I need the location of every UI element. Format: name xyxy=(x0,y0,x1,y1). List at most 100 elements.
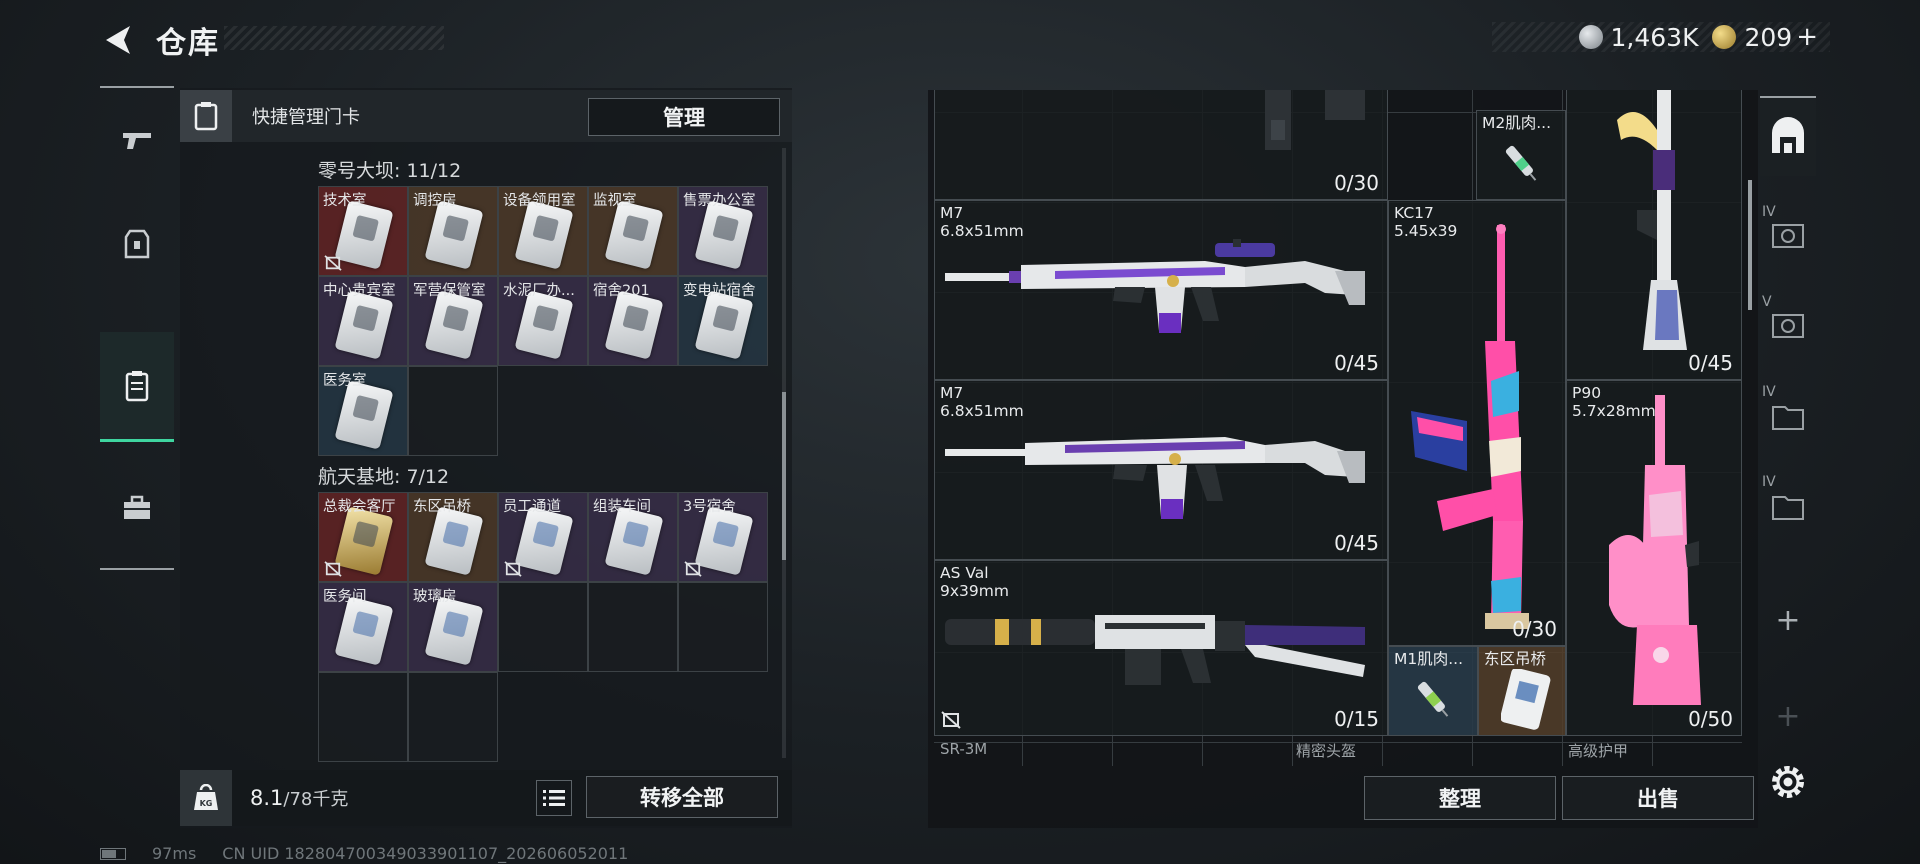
keycard-image xyxy=(424,200,484,270)
stash-item-as-val[interactable]: AS Val 9x39mm 0/15 xyxy=(934,560,1388,736)
m7-rifle-image xyxy=(945,239,1365,333)
uid-readout: CN UID 182804700349033901107_20260605201… xyxy=(222,844,629,863)
add-storage-button[interactable]: + xyxy=(1760,580,1816,660)
stash-item-kc17[interactable]: KC17 5.45x39 0/30 xyxy=(1388,200,1566,646)
storage-tab-case-1[interactable]: IV xyxy=(1760,196,1816,276)
stash-item-m7-b[interactable]: M7 6.8x51mm 0/45 xyxy=(934,380,1388,560)
stash-item-name: M7 xyxy=(940,204,964,222)
keycard-slot[interactable]: 军营保管室 xyxy=(408,276,498,366)
keycard-slot[interactable]: 水泥厂办... xyxy=(498,276,588,366)
add-currency-button[interactable]: + xyxy=(1796,22,1818,52)
keycard-slot[interactable]: 组装车间 xyxy=(588,492,678,582)
keycard-image xyxy=(694,290,754,360)
empty-slot xyxy=(678,582,768,672)
ping-readout: 97ms xyxy=(152,844,197,863)
keycard-slot[interactable]: 售票办公室 xyxy=(678,186,768,276)
manage-button[interactable]: 管理 xyxy=(588,98,780,136)
stash-scrollbar-thumb[interactable] xyxy=(1748,180,1752,310)
keycard-label: 中心贵宾室 xyxy=(323,283,396,299)
stash-item-name: AS Val xyxy=(940,564,989,582)
keycard-slot[interactable]: 医务间 xyxy=(318,582,408,672)
add-storage-button-disabled: + xyxy=(1760,676,1816,756)
stash-grid: 0/30 M2肌肉... 0/45 M7 6.8x51mm 0/45 KC17 … xyxy=(934,90,1742,766)
stash-item-p90[interactable]: P90 5.7x28mm 0/50 xyxy=(1566,380,1742,736)
category-rail xyxy=(100,86,174,570)
keycard-slot[interactable]: 调控房 xyxy=(408,186,498,276)
keycard-image xyxy=(514,200,574,270)
rail-item-toolbox[interactable] xyxy=(100,458,174,558)
keycard-image xyxy=(424,596,484,666)
stash-item-ammo: 0/45 xyxy=(1334,531,1379,555)
no-sell-icon xyxy=(941,711,961,729)
quick-manage-row: 快捷管理门卡 管理 xyxy=(180,90,792,142)
keycard-image xyxy=(334,290,394,360)
transfer-all-button[interactable]: 转移全部 xyxy=(586,776,778,818)
stash-item-bridge-keycard[interactable]: 东区吊桥 xyxy=(1478,646,1566,736)
stash-item-m2-injector[interactable]: M2肌肉... xyxy=(1476,110,1566,200)
rail-item-armor[interactable] xyxy=(100,194,174,294)
stash-item-name: KC17 xyxy=(1394,204,1434,222)
keycard-label: 调控房 xyxy=(413,193,457,209)
stash-item-ammo: 0/45 xyxy=(1334,351,1379,375)
title-decoration xyxy=(224,26,444,50)
storage-tab-folder-2[interactable]: IV xyxy=(1760,466,1816,546)
keycard-label: 宿舍201 xyxy=(593,283,650,299)
keycard-image xyxy=(604,506,664,576)
injector-image xyxy=(1505,145,1537,181)
storage-tab-case-2[interactable]: V xyxy=(1760,286,1816,366)
weight-current: 8.1 xyxy=(250,786,284,810)
gold-coin-icon xyxy=(1712,25,1737,49)
storage-level: IV xyxy=(1762,474,1776,490)
keycard-slot[interactable]: 员工通道 xyxy=(498,492,588,582)
keycard-image xyxy=(694,200,754,270)
keycard-slot[interactable]: 医务室 xyxy=(318,366,408,456)
stash-hint-sr3m: SR-3M xyxy=(940,740,988,758)
rail-item-weapons[interactable] xyxy=(100,90,174,190)
keycard-slot[interactable]: 玻璃房 xyxy=(408,582,498,672)
empty-slot xyxy=(498,582,588,672)
stash-item-m7-a[interactable]: M7 6.8x51mm 0/45 xyxy=(934,200,1388,380)
pistol-icon xyxy=(123,133,151,149)
kc17-rifle-image xyxy=(1411,224,1529,629)
keycard-label: 监视室 xyxy=(593,193,637,209)
stash-item-name: M7 xyxy=(940,384,964,402)
keycard-image xyxy=(514,506,574,576)
no-sell-icon xyxy=(504,561,522,577)
keycard-slot[interactable]: 变电站宿舍 xyxy=(678,276,768,366)
sort-button[interactable]: 整理 xyxy=(1364,776,1556,820)
currency-gold[interactable]: 209 + xyxy=(1712,22,1818,52)
section-title-space-base: 航天基地: 7/12 xyxy=(318,466,450,488)
stash-item-m1-injector[interactable]: M1肌肉... xyxy=(1388,646,1478,736)
sell-button[interactable]: 出售 xyxy=(1562,776,1754,820)
plus-icon: + xyxy=(1775,602,1801,638)
stash-item-caliber: 6.8x51mm xyxy=(940,402,1024,420)
list-view-button[interactable] xyxy=(536,780,572,816)
stash-item-top-weapon[interactable]: 0/30 xyxy=(934,90,1388,200)
keycard-slot[interactable]: 总裁会客厅 xyxy=(318,492,408,582)
keycard-slot[interactable]: 宿舍201 xyxy=(588,276,678,366)
keycard-slot[interactable]: 3号宿舍 xyxy=(678,492,768,582)
keycard-slot[interactable]: 技术室 xyxy=(318,186,408,276)
silver-amount: 1,463K xyxy=(1610,22,1699,52)
storage-level: IV xyxy=(1762,384,1776,400)
stash-item-topright-rifle[interactable]: 0/45 xyxy=(1566,90,1742,380)
warehouse-icon xyxy=(1772,117,1804,153)
keycard-label: 变电站宿舍 xyxy=(683,283,756,299)
keycard-slot[interactable]: 中心贵宾室 xyxy=(318,276,408,366)
currency-silver[interactable]: 1,463K xyxy=(1578,22,1699,52)
rail-item-keycards[interactable] xyxy=(100,332,174,442)
no-sell-icon xyxy=(684,561,702,577)
page-title: 仓库 xyxy=(156,26,220,61)
keycard-slot[interactable]: 东区吊桥 xyxy=(408,492,498,582)
keycard-slot[interactable]: 监视室 xyxy=(588,186,678,276)
keycard-case-icon xyxy=(125,370,149,401)
keycard-label: 技术室 xyxy=(323,193,367,209)
storage-tab-main[interactable] xyxy=(1760,96,1816,176)
gear-icon[interactable] xyxy=(1766,760,1810,804)
left-scrollbar-thumb[interactable] xyxy=(782,392,786,560)
toolbox-icon xyxy=(124,495,150,519)
storage-tab-folder-1[interactable]: IV xyxy=(1760,376,1816,456)
stash-item-ammo: 0/45 xyxy=(1688,351,1733,375)
back-arrow-icon[interactable] xyxy=(100,22,136,58)
keycard-slot[interactable]: 设备领用室 xyxy=(498,186,588,276)
